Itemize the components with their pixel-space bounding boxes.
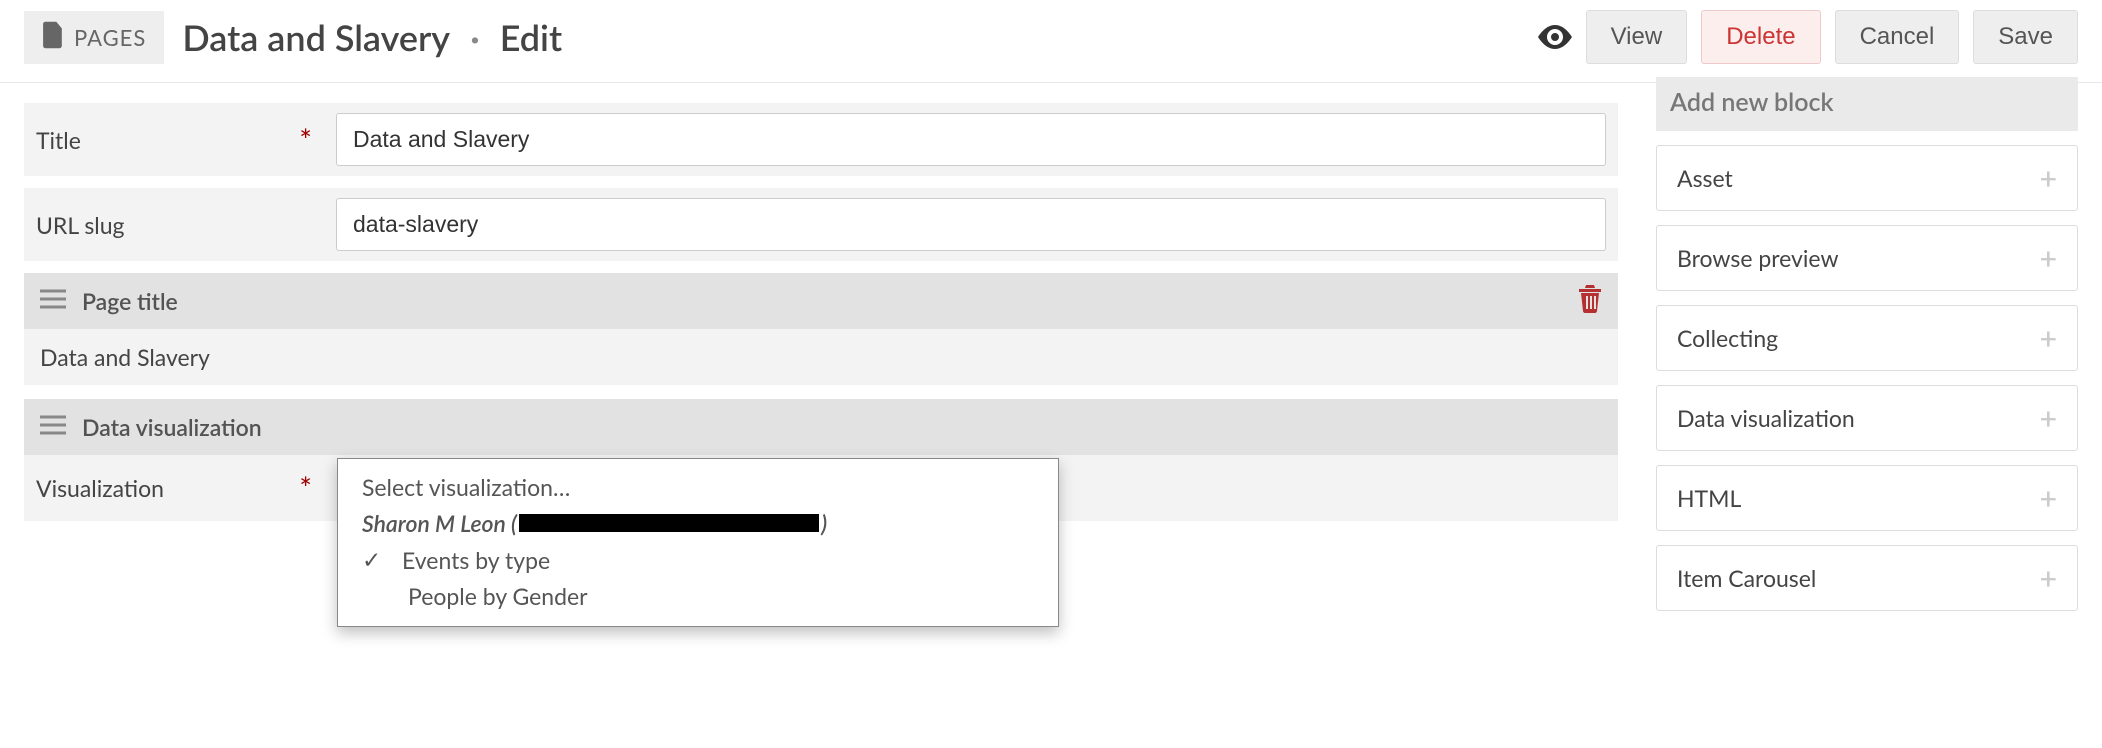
- breadcrumb-action: Edit: [500, 15, 562, 59]
- block-item-asset[interactable]: Asset +: [1656, 145, 2078, 211]
- block-item-label: Browse preview: [1677, 244, 1839, 272]
- pages-tag[interactable]: PAGES: [24, 11, 164, 64]
- breadcrumb-separator: ·: [470, 15, 480, 59]
- dropdown-option-label: Events by type: [402, 546, 550, 574]
- block-item-label: Item Carousel: [1677, 564, 1816, 592]
- dropdown-option-label: People by Gender: [408, 582, 588, 610]
- title-row: Title *: [24, 103, 1618, 176]
- visualization-label: Visualization: [36, 474, 164, 502]
- header-actions: View Delete Cancel Save: [1538, 10, 2078, 64]
- visibility-icon[interactable]: [1538, 25, 1572, 49]
- breadcrumb: Data and Slavery · Edit: [182, 15, 1519, 59]
- save-button[interactable]: Save: [1973, 10, 2078, 64]
- page-title-block-label: Page title: [82, 287, 178, 315]
- drag-handle-icon[interactable]: [40, 413, 66, 441]
- page-title-value: Data and Slavery: [24, 329, 1618, 385]
- sidebar: Add new block Asset + Browse preview + C…: [1642, 83, 2102, 631]
- main-column: Title * URL slug Page title Data and Sla…: [0, 83, 1642, 541]
- block-list: Asset + Browse preview + Collecting + Da…: [1656, 145, 2078, 611]
- block-item-item-carousel[interactable]: Item Carousel +: [1656, 545, 2078, 611]
- check-icon: [362, 545, 402, 574]
- block-item-collecting[interactable]: Collecting +: [1656, 305, 2078, 371]
- dropdown-group-owner: Sharon M Leon (): [338, 505, 1058, 541]
- viz-block-header: Data visualization: [24, 399, 1618, 455]
- slug-label: URL slug: [36, 211, 125, 239]
- block-item-label: HTML: [1677, 484, 1741, 512]
- page-icon: [42, 21, 64, 54]
- redacted-email: [519, 514, 819, 532]
- block-item-data-visualization[interactable]: Data visualization +: [1656, 385, 2078, 451]
- block-item-html[interactable]: HTML +: [1656, 465, 2078, 531]
- block-item-label: Data visualization: [1677, 404, 1855, 432]
- block-item-browse-preview[interactable]: Browse preview +: [1656, 225, 2078, 291]
- sidebar-heading: Add new block: [1656, 77, 2078, 131]
- view-button[interactable]: View: [1586, 10, 1688, 64]
- slug-row: URL slug: [24, 188, 1618, 261]
- delete-button[interactable]: Delete: [1701, 10, 1820, 64]
- dropdown-placeholder[interactable]: Select visualization…: [338, 469, 1058, 505]
- page-header: PAGES Data and Slavery · Edit View Delet…: [0, 0, 2102, 83]
- dropdown-option-events-by-type[interactable]: Events by type: [338, 541, 1058, 578]
- drag-handle-icon[interactable]: [40, 287, 66, 315]
- pages-tag-label: PAGES: [74, 24, 146, 51]
- block-item-label: Asset: [1677, 164, 1733, 192]
- visualization-dropdown[interactable]: Select visualization… Sharon M Leon () E…: [337, 458, 1059, 627]
- title-input[interactable]: [336, 113, 1606, 166]
- breadcrumb-title[interactable]: Data and Slavery: [182, 15, 450, 59]
- block-item-label: Collecting: [1677, 324, 1778, 352]
- cancel-button[interactable]: Cancel: [1835, 10, 1960, 64]
- trash-icon[interactable]: [1578, 285, 1602, 318]
- title-label: Title: [36, 126, 81, 154]
- slug-input[interactable]: [336, 198, 1606, 251]
- page-title-block-header: Page title: [24, 273, 1618, 329]
- viz-block-label: Data visualization: [82, 413, 262, 441]
- dropdown-option-people-by-gender[interactable]: People by Gender: [338, 578, 1058, 614]
